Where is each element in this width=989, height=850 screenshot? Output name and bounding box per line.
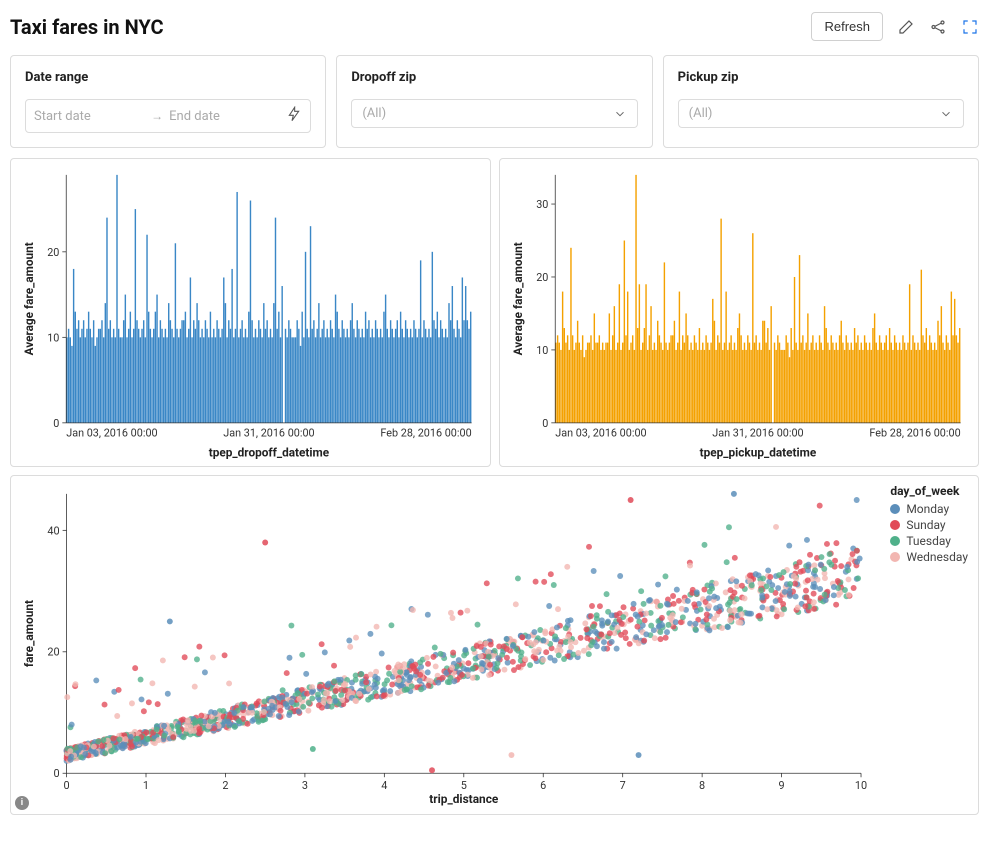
filter-pickup-zip: Pickup zip (All)	[663, 55, 979, 148]
svg-text:10: 10	[47, 331, 59, 344]
svg-text:7: 7	[620, 779, 626, 792]
chevron-down-icon	[613, 107, 627, 121]
filter-date-range: Date range Start date → End date	[10, 55, 326, 148]
scatter-chart[interactable]: 0 20 40 0 1 2 3 4 5 6 7 8 9 10 fare_amount trip_distanc…	[19, 484, 970, 807]
select-value: (All)	[362, 106, 386, 121]
info-icon[interactable]: i	[15, 796, 29, 810]
filter-dropoff-zip: Dropoff zip (All)	[336, 55, 652, 148]
svg-text:1: 1	[143, 779, 149, 792]
svg-text:Average fare_amount: Average fare_amount	[22, 242, 36, 355]
svg-text:trip_distance: trip_distance	[429, 792, 499, 806]
svg-text:30: 30	[536, 198, 548, 211]
end-date-field[interactable]: End date	[169, 109, 280, 124]
chevron-down-icon	[939, 107, 953, 121]
svg-text:0: 0	[53, 767, 59, 780]
svg-text:5: 5	[461, 779, 467, 792]
svg-text:0: 0	[542, 417, 548, 430]
refresh-button[interactable]: Refresh	[811, 12, 883, 41]
legend-item-tuesday[interactable]: Tuesday	[890, 534, 968, 548]
date-range-input[interactable]: Start date → End date	[25, 99, 311, 133]
svg-text:Jan 03, 2016 00:00: Jan 03, 2016 00:00	[66, 427, 157, 440]
legend-title: day_of_week	[890, 484, 968, 498]
svg-text:10: 10	[536, 344, 548, 357]
svg-text:2: 2	[222, 779, 228, 792]
pickup-zip-select[interactable]: (All)	[678, 99, 964, 128]
header-actions: Refresh	[811, 12, 979, 41]
dropoff-zip-select[interactable]: (All)	[351, 99, 637, 128]
svg-text:20: 20	[47, 646, 59, 659]
start-date-field[interactable]: Start date	[34, 109, 145, 124]
filter-label: Dropoff zip	[351, 70, 637, 85]
edit-icon[interactable]	[897, 18, 915, 36]
svg-text:0: 0	[53, 417, 59, 430]
svg-text:40: 40	[47, 525, 59, 538]
chart-dropoff: 0 10 20 Jan 03, 2016 00:00 Jan 31, 2016 00:0…	[10, 158, 491, 467]
svg-text:Jan 03, 2016 00:00: Jan 03, 2016 00:00	[555, 427, 646, 440]
bar-chart-dropoff[interactable]: 0 10 20 Jan 03, 2016 00:00 Jan 31, 2016 00:0…	[19, 167, 482, 462]
fullscreen-icon[interactable]	[961, 18, 979, 36]
svg-text:Feb 28, 2016 00:00: Feb 28, 2016 00:00	[869, 427, 960, 440]
arrow-right-icon: →	[151, 109, 163, 123]
autofill-icon[interactable]	[286, 106, 302, 126]
select-value: (All)	[689, 106, 713, 121]
filter-label: Date range	[25, 70, 311, 85]
svg-text:0: 0	[63, 779, 69, 792]
legend: day_of_week Monday Sunday Tuesday Wednes…	[890, 484, 968, 566]
svg-text:3: 3	[302, 779, 308, 792]
svg-text:Jan 31, 2016 00:00: Jan 31, 2016 00:00	[712, 427, 803, 440]
svg-text:9: 9	[779, 779, 785, 792]
svg-text:Jan 31, 2016 00:00: Jan 31, 2016 00:00	[223, 427, 314, 440]
chart-pickup: 0 10 20 30 Jan 03, 2016 00:00 Jan 31, 2016 00…	[499, 158, 980, 467]
svg-text:4: 4	[381, 779, 387, 792]
chart-scatter: 0 20 40 0 1 2 3 4 5 6 7 8 9 10 fare_amount trip_distanc…	[10, 475, 979, 815]
filter-label: Pickup zip	[678, 70, 964, 85]
svg-text:6: 6	[540, 779, 546, 792]
legend-item-monday[interactable]: Monday	[890, 502, 968, 516]
svg-text:20: 20	[47, 246, 59, 259]
svg-text:fare_amount: fare_amount	[22, 600, 36, 667]
svg-text:20: 20	[536, 271, 548, 284]
legend-item-wednesday[interactable]: Wednesday	[890, 550, 968, 564]
page-title: Taxi fares in NYC	[10, 15, 164, 39]
svg-text:tpep_pickup_datetime: tpep_pickup_datetime	[699, 445, 816, 459]
svg-text:Feb 28, 2016 00:00: Feb 28, 2016 00:00	[380, 427, 471, 440]
bar-chart-pickup[interactable]: 0 10 20 30 Jan 03, 2016 00:00 Jan 31, 2016 00…	[508, 167, 971, 462]
svg-text:10: 10	[855, 779, 867, 792]
legend-item-sunday[interactable]: Sunday	[890, 518, 968, 532]
share-icon[interactable]	[929, 18, 947, 36]
svg-text:8: 8	[699, 779, 705, 792]
svg-text:tpep_dropoff_datetime: tpep_dropoff_datetime	[209, 445, 330, 459]
svg-text:Average fare_amount: Average fare_amount	[510, 242, 524, 355]
